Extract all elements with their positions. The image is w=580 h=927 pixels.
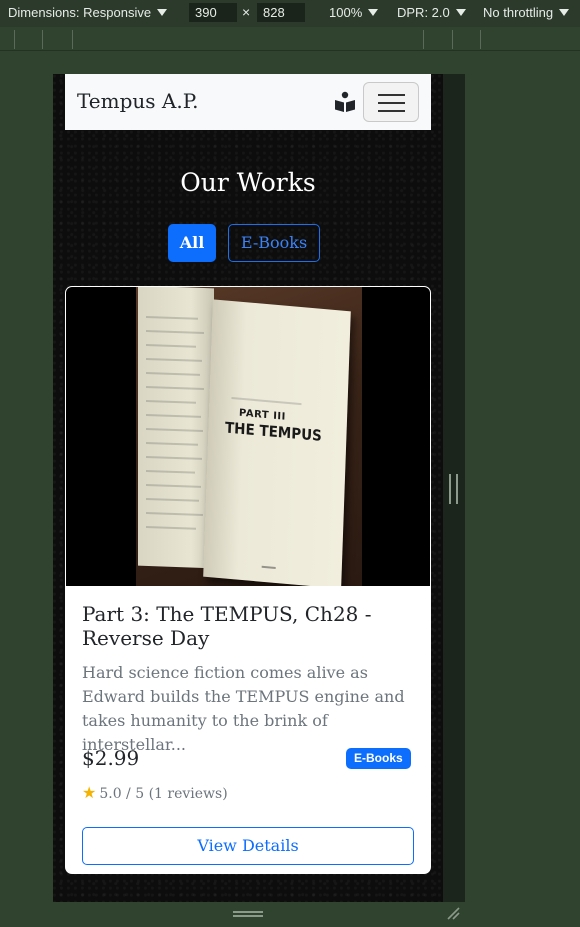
brand-logo[interactable]: Tempus A.P.	[77, 89, 198, 113]
media-query-ruler[interactable]	[0, 28, 580, 51]
book-right-page: PART III THE TEMPUS	[203, 299, 351, 586]
dpr-label: DPR: 2.0	[397, 5, 450, 20]
throttling-dropdown[interactable]: No throttling	[483, 5, 570, 20]
ruler-tick	[452, 30, 453, 49]
book-photo: PART III THE TEMPUS	[136, 287, 362, 586]
dimensions-dropdown[interactable]: Dimensions: Responsive	[8, 5, 168, 20]
category-badge: E-Books	[346, 748, 411, 769]
hamburger-icon	[378, 102, 405, 104]
times-separator: ×	[242, 4, 251, 20]
navbar: Tempus A.P.	[65, 74, 431, 130]
book-left-page	[138, 287, 214, 569]
resize-handle-right[interactable]	[449, 474, 458, 504]
product-rating: ★ 5.0 / 5 (1 reviews)	[82, 783, 228, 802]
chevron-down-icon	[157, 9, 168, 16]
page-viewport: Tempus A.P. Our Works All E-Books PART I…	[53, 74, 443, 902]
chevron-down-icon	[455, 9, 466, 16]
throttling-label: No throttling	[483, 5, 554, 20]
chevron-down-icon	[368, 9, 379, 16]
product-description: Hard science fiction comes alive as Edwa…	[82, 663, 405, 754]
hamburger-icon	[378, 110, 405, 112]
rating-text: 5.0 / 5 (1 reviews)	[99, 786, 228, 802]
zoom-label: 100%	[329, 5, 363, 20]
filter-all-button[interactable]: All	[168, 224, 216, 262]
product-price: $2.99	[82, 746, 140, 770]
dpr-dropdown[interactable]: DPR: 2.0	[397, 5, 466, 20]
ruler-tick	[72, 30, 73, 49]
filter-ebooks-button[interactable]: E-Books	[228, 224, 320, 262]
product-card: PART III THE TEMPUS Part 3: The TEMPUS, …	[65, 286, 431, 874]
dimensions-label: Dimensions: Responsive	[8, 5, 152, 20]
product-title[interactable]: Part 3: The TEMPUS, Ch28 - Reverse Day	[82, 602, 422, 650]
chevron-down-icon	[559, 9, 570, 16]
resize-handle-bottom[interactable]	[233, 911, 263, 917]
ruler-tick	[423, 30, 424, 49]
zoom-dropdown[interactable]: 100%	[329, 5, 379, 20]
menu-toggle-button[interactable]	[363, 82, 419, 122]
star-icon: ★	[82, 783, 97, 802]
height-input[interactable]: 828	[257, 3, 305, 22]
hamburger-icon	[378, 94, 405, 96]
section-title: Our Works	[180, 168, 316, 197]
devtools-toolbar: Dimensions: Responsive 390 × 828 100% DP…	[0, 0, 580, 27]
device-frame: Tempus A.P. Our Works All E-Books PART I…	[53, 74, 465, 902]
book-title-text: THE TEMPUS	[224, 418, 323, 445]
product-image[interactable]: PART III THE TEMPUS	[66, 287, 430, 586]
ruler-tick	[42, 30, 43, 49]
ruler-tick	[480, 30, 481, 49]
width-input[interactable]: 390	[189, 3, 237, 22]
ruler-tick	[14, 30, 15, 49]
reading-book-icon[interactable]	[333, 90, 357, 114]
resize-corner-icon[interactable]	[446, 906, 460, 920]
view-details-button[interactable]: View Details	[82, 827, 414, 865]
